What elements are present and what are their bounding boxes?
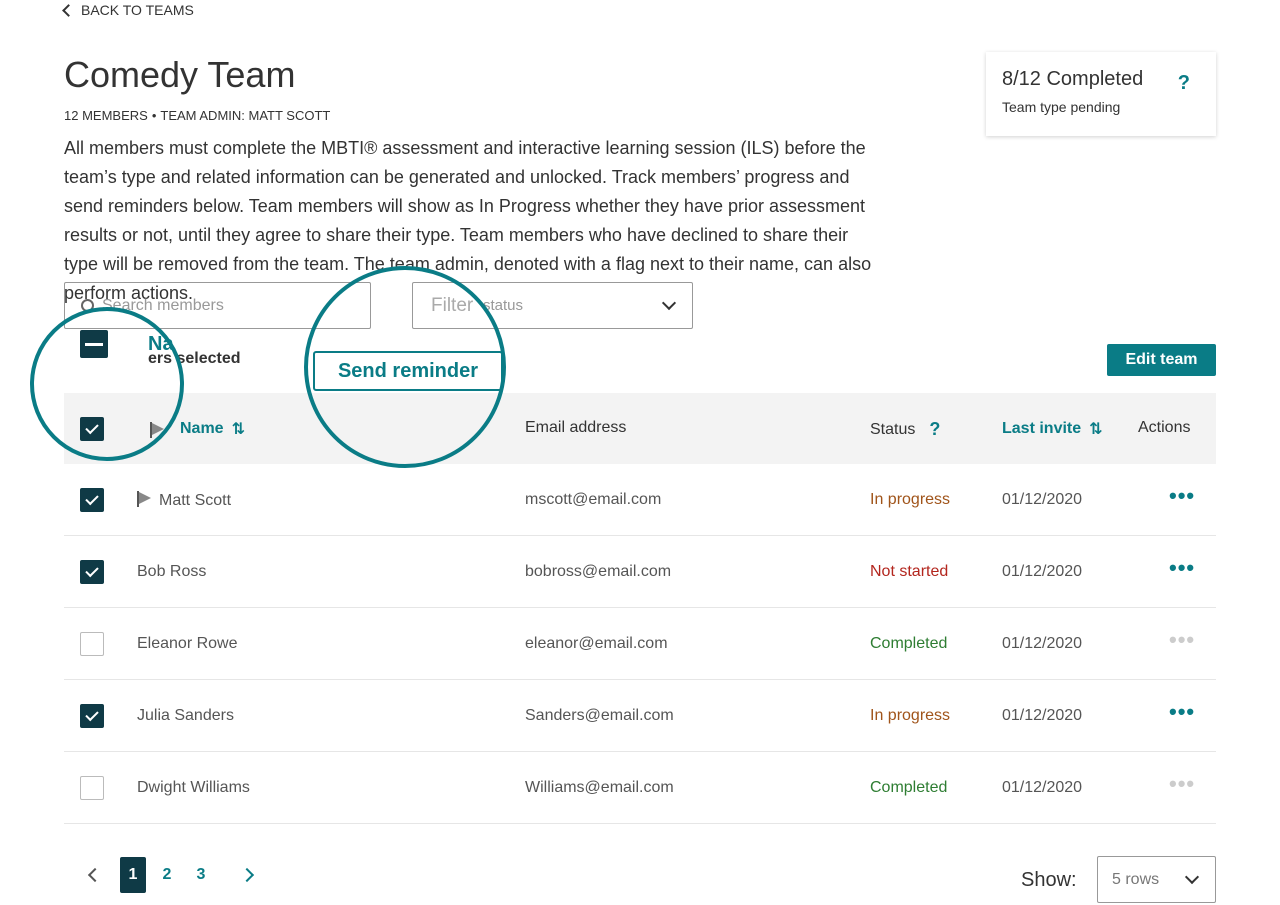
- indeterminate-checkbox-zoom: [80, 330, 108, 358]
- help-icon[interactable]: ?: [1178, 72, 1190, 95]
- page-2[interactable]: 2: [154, 857, 180, 893]
- more-actions-icon[interactable]: •••: [1169, 629, 1195, 651]
- completion-count: 8/12 Completed: [1002, 68, 1144, 90]
- status-filter-select[interactable]: Filter status: [412, 282, 693, 329]
- table-row: Eleanor Rowe eleanor@email.com Completed…: [64, 608, 1216, 680]
- last-invite-header-label: Last invite: [1002, 420, 1082, 437]
- member-name: Matt Scott: [137, 491, 231, 510]
- row-checkbox[interactable]: [80, 560, 104, 584]
- table-row: Matt Scott mscott@email.com In progress …: [64, 464, 1216, 536]
- team-type-status: Team type pending: [1002, 99, 1121, 115]
- more-actions-icon[interactable]: •••: [1169, 701, 1195, 723]
- flag-icon: [150, 422, 164, 438]
- chevron-down-icon: [661, 295, 677, 311]
- member-status: Completed: [870, 779, 948, 796]
- meta-separator: •: [151, 108, 157, 123]
- table-header: Name ⇅ Email address Status ? Last invit…: [64, 393, 1216, 464]
- select-all-checkbox[interactable]: [80, 417, 104, 441]
- back-to-teams-link[interactable]: BACK TO TEAMS: [62, 2, 194, 18]
- sort-icon: ⇅: [1089, 421, 1103, 438]
- members-count: 12 MEMBERS: [64, 108, 148, 123]
- actions-column-header: Actions: [1138, 419, 1191, 436]
- member-name: Julia Sanders: [137, 707, 234, 724]
- sort-icon: ⇅: [231, 421, 245, 438]
- member-name: Bob Ross: [137, 563, 207, 580]
- page-title: Comedy Team: [64, 54, 296, 95]
- back-label: BACK TO TEAMS: [81, 2, 194, 18]
- filter-sublabel: status: [483, 297, 524, 314]
- team-meta: 12 MEMBERS • TEAM ADMIN: MATT SCOTT: [64, 108, 330, 123]
- status-column-header: Status ?: [870, 419, 940, 440]
- selected-count: ers selected: [148, 350, 241, 367]
- search-placeholder: Search members: [102, 296, 224, 314]
- chevron-left-icon[interactable]: [87, 867, 103, 883]
- email-column-header: Email address: [525, 419, 627, 436]
- search-input[interactable]: Search members: [64, 282, 371, 329]
- table-row: Dwight Williams Williams@email.com Compl…: [64, 752, 1216, 824]
- member-email: bobross@email.com: [525, 563, 672, 580]
- chevron-down-icon: [1184, 869, 1200, 885]
- member-status: Completed: [870, 635, 948, 652]
- member-status: Not started: [870, 563, 949, 580]
- more-actions-icon[interactable]: •••: [1169, 557, 1195, 579]
- help-icon[interactable]: ?: [929, 419, 940, 440]
- row-checkbox[interactable]: [80, 488, 104, 512]
- table-row: Bob Ross bobross@email.com Not started 0…: [64, 536, 1216, 608]
- member-status: In progress: [870, 491, 951, 508]
- team-admin: TEAM ADMIN: MATT SCOTT: [160, 108, 331, 123]
- more-actions-icon[interactable]: •••: [1169, 485, 1195, 507]
- name-column-header[interactable]: Name ⇅: [150, 419, 245, 439]
- member-name: Dwight Williams: [137, 779, 250, 796]
- completion-card: 8/12 Completed ? Team type pending: [986, 52, 1216, 136]
- row-checkbox[interactable]: [80, 632, 104, 656]
- edit-team-button[interactable]: Edit team: [1107, 344, 1216, 376]
- last-invite-date: 01/12/2020: [1002, 779, 1083, 796]
- member-email: Williams@email.com: [525, 779, 674, 796]
- member-name: Eleanor Rowe: [137, 635, 238, 652]
- row-checkbox[interactable]: [80, 704, 104, 728]
- table-row: Julia Sanders Sanders@email.com In progr…: [64, 680, 1216, 752]
- member-email: mscott@email.com: [525, 491, 662, 508]
- last-invite-date: 01/12/2020: [1002, 563, 1083, 580]
- search-icon: [81, 299, 94, 312]
- row-checkbox[interactable]: [80, 776, 104, 800]
- filter-label: Filter: [431, 294, 474, 316]
- page-3[interactable]: 3: [188, 857, 214, 893]
- rows-per-page-select[interactable]: 5 rows: [1097, 856, 1216, 903]
- name-header-label: Name: [180, 420, 224, 437]
- last-invite-column-header[interactable]: Last invite ⇅: [1002, 419, 1103, 439]
- last-invite-date: 01/12/2020: [1002, 491, 1083, 508]
- status-header-label: Status: [870, 420, 916, 438]
- admin-flag-icon: [137, 491, 151, 507]
- member-email: Sanders@email.com: [525, 707, 674, 724]
- member-email: eleanor@email.com: [525, 635, 668, 652]
- send-reminder-button[interactable]: Send reminder: [313, 351, 503, 391]
- chevron-right-icon[interactable]: [239, 867, 255, 883]
- page-1[interactable]: 1: [120, 857, 146, 893]
- last-invite-date: 01/12/2020: [1002, 635, 1083, 652]
- more-actions-icon[interactable]: •••: [1169, 773, 1195, 795]
- last-invite-date: 01/12/2020: [1002, 707, 1083, 724]
- show-label: Show:: [1021, 869, 1077, 891]
- member-status: In progress: [870, 707, 951, 724]
- rows-per-page-value: 5 rows: [1112, 870, 1160, 888]
- chevron-left-icon: [62, 3, 75, 17]
- pagination: 1 2 3: [84, 857, 255, 893]
